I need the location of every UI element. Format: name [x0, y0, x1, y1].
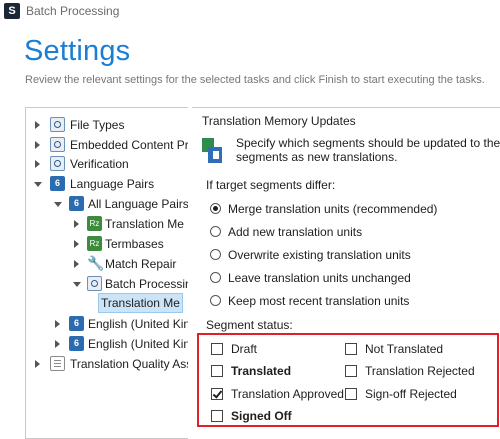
checkbox[interactable]: [345, 388, 357, 400]
segment-status-label: Segment status:: [206, 318, 293, 332]
settings-tree[interactable]: File Types Embedded Content Pro Verifica…: [25, 107, 188, 439]
wrench-icon: 🔧: [87, 255, 105, 271]
expand-arrow-icon[interactable]: [74, 240, 79, 248]
collapse-arrow-icon[interactable]: [34, 182, 42, 187]
tm-icon: [87, 216, 102, 231]
section-title: Translation Memory Updates: [202, 114, 356, 128]
gear-icon: [50, 117, 65, 132]
segment-status-highlight: Draft Translated Translation Approved Si…: [197, 333, 499, 427]
expand-arrow-icon[interactable]: [74, 260, 79, 268]
panel-divider: [192, 107, 500, 108]
checkbox[interactable]: [211, 410, 223, 422]
page-description: Review the relevant settings for the sel…: [25, 74, 485, 86]
checkbox[interactable]: [211, 343, 223, 355]
differ-label: If target segments differ:: [206, 178, 336, 192]
checkbox[interactable]: [345, 343, 357, 355]
collapse-arrow-icon[interactable]: [54, 202, 62, 207]
blue-settings-icon: [50, 176, 65, 191]
expand-arrow-icon[interactable]: [55, 340, 60, 348]
gear-icon: [50, 137, 65, 152]
title-bar: S Batch Processing: [0, 0, 500, 22]
blue-settings-icon: [69, 316, 84, 331]
expand-arrow-icon[interactable]: [35, 121, 40, 129]
expand-arrow-icon[interactable]: [74, 220, 79, 228]
window-title: Batch Processing: [26, 4, 120, 18]
expand-arrow-icon[interactable]: [35, 160, 40, 168]
blue-settings-icon: [69, 336, 84, 351]
expand-arrow-icon[interactable]: [55, 320, 60, 328]
document-icon: [50, 356, 65, 371]
termbase-icon: [87, 236, 102, 251]
radio-button[interactable]: [210, 249, 221, 260]
radio-button[interactable]: [210, 226, 221, 237]
app-logo-icon: S: [4, 3, 20, 19]
collapse-arrow-icon[interactable]: [73, 282, 81, 287]
radio-button[interactable]: [210, 272, 221, 283]
radio-button[interactable]: [210, 295, 221, 306]
checkbox[interactable]: [211, 365, 223, 377]
gear-icon: [50, 156, 65, 171]
gear-icon: [87, 276, 102, 291]
radio-button[interactable]: [210, 203, 221, 214]
checkbox[interactable]: [345, 365, 357, 377]
checkbox[interactable]: [211, 388, 223, 400]
page-title: Settings: [24, 35, 131, 67]
translation-memory-icon: [202, 138, 224, 166]
blue-settings-icon: [69, 196, 84, 211]
expand-arrow-icon[interactable]: [35, 360, 40, 368]
section-description: Specify which segments should be updated…: [236, 136, 500, 164]
expand-arrow-icon[interactable]: [35, 141, 40, 149]
